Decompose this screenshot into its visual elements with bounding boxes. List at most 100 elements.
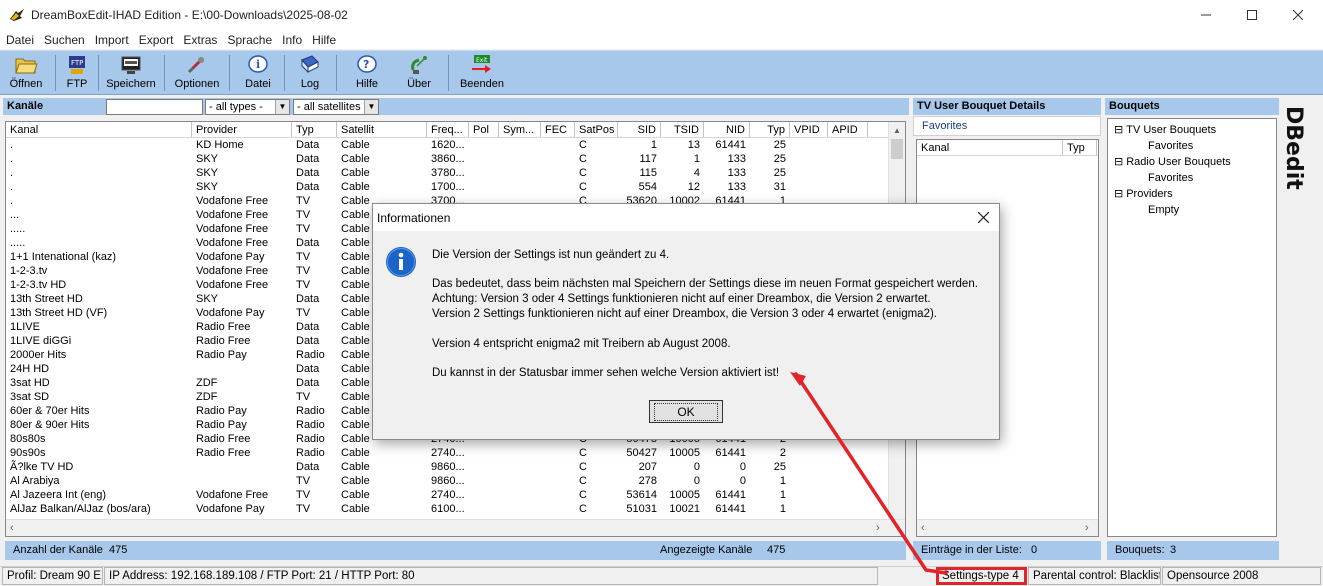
scroll-up-icon[interactable]: ▲	[889, 122, 905, 139]
help-bubble-icon: ?	[357, 55, 377, 73]
about-button[interactable]: Über	[399, 54, 439, 94]
tree-item[interactable]: ⊟ TV User Bouquets	[1114, 122, 1276, 138]
table-cell: 61441	[715, 503, 746, 515]
options-button[interactable]: Optionen	[172, 54, 222, 94]
channel-search-input[interactable]	[106, 99, 203, 115]
maximize-button[interactable]	[1229, 0, 1275, 30]
col-apid[interactable]: APID	[828, 122, 868, 137]
tree-item[interactable]: Favorites	[1114, 170, 1276, 186]
col-freq[interactable]: Freq...	[427, 122, 469, 137]
table-cell: TV	[296, 195, 311, 207]
scroll-right-icon[interactable]: ›	[1085, 522, 1089, 534]
table-row[interactable]: . SKY Data Cable 1700... C 554 12 133 31	[6, 180, 905, 194]
col-vpid[interactable]: VPID	[790, 122, 828, 137]
table-row[interactable]: Al Jazeera Int (eng) Vodafone Free TV Cable…	[6, 488, 905, 502]
table-cell: Data	[296, 363, 320, 375]
menu-info[interactable]: Info	[276, 30, 306, 47]
table-cell: Al Arabiya	[10, 475, 60, 487]
save-button[interactable]: Speichern	[103, 54, 159, 94]
table-cell: .	[10, 195, 14, 207]
col-nid[interactable]: NID	[704, 122, 750, 137]
tree-item[interactable]: Empty	[1114, 202, 1276, 218]
col-satellit[interactable]: Satellit	[337, 122, 427, 137]
table-cell: C	[579, 489, 587, 501]
col-typ2[interactable]: Typ	[750, 122, 790, 137]
log-button[interactable]: Log	[290, 54, 330, 94]
table-cell: Data	[296, 461, 320, 473]
horizontal-scrollbar[interactable]: ‹ ›	[6, 519, 905, 536]
help-button[interactable]: ? Hilfe	[347, 54, 387, 94]
table-cell: Data	[296, 153, 320, 165]
table-cell: Radio Pay	[196, 419, 247, 431]
bouquet-tree[interactable]: ⊟ TV User Bouquets Favorites ⊟ Radio User Bo…	[1107, 118, 1277, 537]
table-cell: Cable	[341, 167, 370, 179]
bq-horizontal-scrollbar[interactable]: ‹ ›	[917, 519, 1098, 536]
menu-export[interactable]: Export	[133, 30, 178, 47]
tree-item[interactable]: ⊟ Providers	[1114, 186, 1276, 202]
tree-item[interactable]: Favorites	[1114, 138, 1276, 154]
col-pol[interactable]: Pol	[469, 122, 499, 137]
menu-import[interactable]: Import	[89, 30, 133, 47]
tree-item[interactable]: ⊟ Radio User Bouquets	[1114, 154, 1276, 170]
minimize-button[interactable]	[1183, 0, 1229, 30]
table-cell	[499, 502, 541, 516]
open-button[interactable]: Öffnen	[6, 54, 46, 94]
table-cell: Data	[296, 139, 320, 151]
tree-expander-icon[interactable]: ⊟	[1114, 124, 1123, 136]
exit-button[interactable]: Exit Beenden	[456, 54, 508, 94]
tools-icon	[187, 57, 204, 74]
table-cell	[541, 138, 575, 152]
table-cell	[541, 488, 575, 502]
scroll-right-icon[interactable]: ›	[876, 522, 880, 534]
tree-expander-icon[interactable]: ⊟	[1114, 188, 1123, 200]
table-cell: 12	[687, 181, 700, 193]
table-cell: Cable	[341, 461, 370, 473]
col-fec[interactable]: FEC	[541, 122, 575, 137]
col-sym[interactable]: Sym...	[499, 122, 541, 137]
col-provider[interactable]: Provider	[192, 122, 292, 137]
table-cell: Cable	[341, 181, 370, 193]
scroll-left-icon[interactable]: ‹	[10, 522, 14, 534]
table-cell	[499, 180, 541, 194]
ftp-button[interactable]: FTP FTP	[60, 54, 94, 94]
col-bq-kanal[interactable]: Kanal	[917, 140, 1063, 155]
table-row[interactable]: . SKY Data Cable 3860... C 117 1 133 25	[6, 152, 905, 166]
info-dialog: Informationen Die Version der Settings i…	[372, 203, 1000, 440]
tree-expander-icon[interactable]: ⊟	[1114, 156, 1123, 168]
dialog-close-button[interactable]	[969, 206, 997, 229]
menu-hilfe[interactable]: Hilfe	[306, 30, 340, 47]
col-tsid[interactable]: TSID	[661, 122, 704, 137]
table-cell	[469, 166, 499, 180]
scrollbar-thumb[interactable]	[891, 139, 903, 159]
ok-button[interactable]: OK	[649, 400, 723, 423]
satellite-filter-select[interactable]: - all satellites ▼	[293, 99, 379, 115]
menu-datei[interactable]: Datei	[0, 30, 38, 47]
menu-sprache[interactable]: Sprache	[221, 30, 276, 47]
table-cell: Radio Free	[196, 433, 251, 445]
table-row[interactable]: AlJaz Balkan/AlJaz (bos/ara) Vodafone Pay…	[6, 502, 905, 516]
col-bq-typ[interactable]: Typ	[1063, 140, 1097, 155]
table-cell: 31	[773, 181, 786, 193]
col-kanal[interactable]: Kanal	[6, 122, 192, 137]
table-row[interactable]: Al Arabiya TV Cable 9860... C 278 0 0 1	[6, 474, 905, 488]
table-row[interactable]: . KD Home Data Cable 1620... C 1 13 61441 25	[6, 138, 905, 152]
table-cell: C	[579, 503, 587, 515]
file-info-button[interactable]: i Datei	[236, 54, 280, 94]
table-row[interactable]: . SKY Data Cable 3780... C 115 4 133 25	[6, 166, 905, 180]
table-cell: 1	[779, 489, 786, 501]
menu-suchen[interactable]: Suchen	[38, 30, 89, 47]
table-cell: Data	[296, 237, 320, 249]
channel-table-header: Kanal Provider Typ Satellit Freq... Pol Sym...…	[6, 122, 905, 138]
close-window-button[interactable]	[1275, 0, 1321, 30]
menu-extras[interactable]: Extras	[177, 30, 221, 47]
table-row[interactable]: Ã?lke TV HD Data Cable 9860... C 207 0 0 25	[6, 460, 905, 474]
col-typ[interactable]: Typ	[292, 122, 337, 137]
col-sid[interactable]: SID	[618, 122, 661, 137]
table-cell: 3780...	[431, 167, 465, 179]
table-cell: 1-2-3.tv	[10, 265, 48, 277]
col-satpos[interactable]: SatPos	[575, 122, 618, 137]
table-row[interactable]: 90s90s Radio Free Radio Cable 2740... C 50427 1…	[6, 446, 905, 460]
scroll-left-icon[interactable]: ‹	[921, 522, 925, 534]
type-filter-select[interactable]: - all types - ▼	[205, 99, 290, 115]
table-cell: SKY	[196, 153, 219, 165]
